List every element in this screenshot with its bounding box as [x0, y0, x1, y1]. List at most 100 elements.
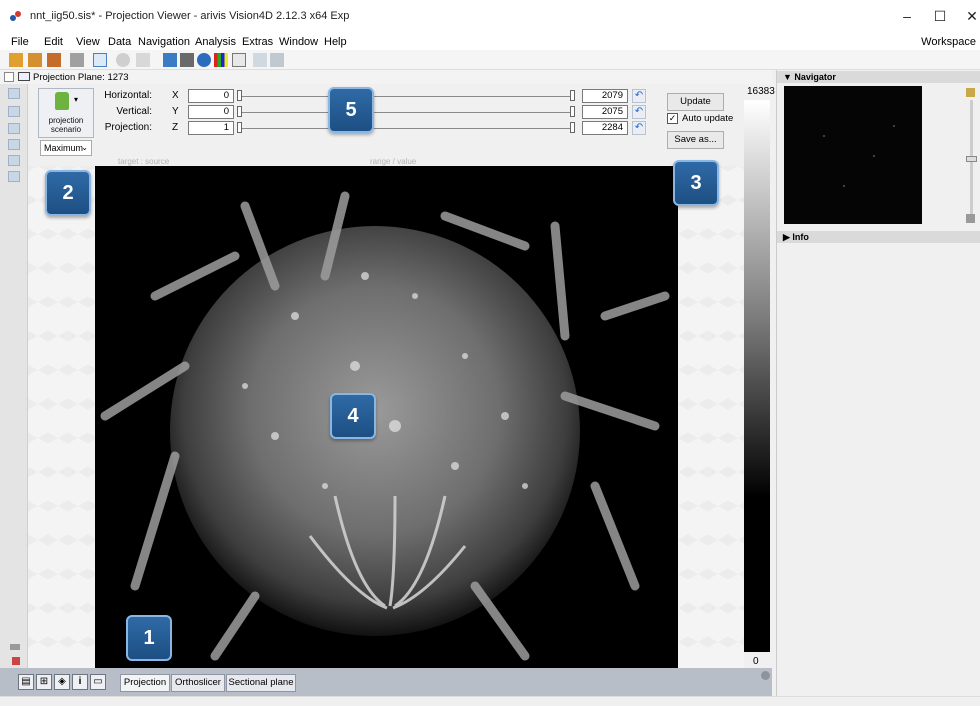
- workspace-label[interactable]: Workspace: [921, 36, 976, 48]
- minimize-button[interactable]: –: [897, 6, 917, 26]
- x-range-track: [240, 96, 574, 97]
- callout-badge-1: 1: [126, 615, 172, 661]
- z-max-handle[interactable]: [570, 122, 575, 133]
- layout-icon[interactable]: [8, 171, 20, 182]
- horizontal-label: Horizontal:: [104, 90, 152, 101]
- measure-icon[interactable]: [136, 53, 150, 67]
- navigator-thumbnail[interactable]: [784, 86, 922, 224]
- z-min-handle[interactable]: [237, 122, 242, 133]
- window-icon[interactable]: [232, 53, 246, 67]
- vertical-label: Vertical:: [116, 106, 152, 117]
- flask-icon[interactable]: [163, 53, 177, 67]
- cube-icon[interactable]: ◈: [54, 674, 70, 690]
- layout-icon[interactable]: [8, 155, 20, 166]
- maximize-button[interactable]: ☐: [930, 6, 950, 26]
- projection-axis-label: Projection:: [104, 122, 152, 133]
- zoom-in-icon[interactable]: [966, 88, 975, 97]
- list-view-icon[interactable]: ▤: [18, 674, 34, 690]
- info-title: Info: [792, 232, 809, 242]
- collapse-arrow-icon: ▼: [783, 72, 795, 82]
- projection-mode-select[interactable]: Maximum ⌄: [40, 140, 92, 156]
- save-as-button[interactable]: Save as...: [667, 131, 724, 149]
- tab-projection[interactable]: Projection: [120, 674, 170, 692]
- layout-icon[interactable]: [8, 139, 20, 150]
- y-max-handle[interactable]: [570, 106, 575, 117]
- navigator-title: Navigator: [794, 72, 836, 82]
- tab-orthoslicer[interactable]: Orthoslicer: [171, 674, 225, 692]
- open-icon[interactable]: [9, 53, 23, 67]
- z-min-input[interactable]: 1: [188, 121, 234, 135]
- menu-help[interactable]: Help: [324, 36, 347, 48]
- pin-icon[interactable]: [12, 657, 20, 665]
- viewer-toggle-icon[interactable]: [4, 72, 14, 82]
- tab-sectional-plane[interactable]: Sectional plane: [226, 674, 296, 692]
- navigator-header[interactable]: ▼ Navigator: [777, 71, 980, 83]
- circle-tool-icon[interactable]: [116, 53, 130, 67]
- target-source-hint: target : source: [118, 157, 170, 166]
- navigator-zoom-handle[interactable]: [966, 156, 977, 162]
- z-reset-icon[interactable]: ↶: [632, 121, 646, 135]
- scale-min-label: 0: [753, 656, 759, 667]
- y-axis-letter: Y: [172, 106, 179, 117]
- intensity-scale-bar: [744, 100, 770, 652]
- projection-image[interactable]: [95, 166, 678, 668]
- y-min-handle[interactable]: [237, 106, 242, 117]
- projection-scenario-label: projection scenario: [48, 116, 84, 134]
- zoom-out-icon[interactable]: [966, 214, 975, 223]
- layout-icon[interactable]: [8, 106, 20, 117]
- info-icon[interactable]: [197, 53, 211, 67]
- projection-rendering: [100, 191, 670, 661]
- scale-max-label: 16383: [747, 86, 775, 97]
- navigator-preview: [823, 125, 895, 187]
- callout-badge-5: 5: [328, 87, 374, 133]
- print-icon[interactable]: [70, 53, 84, 67]
- bottom-view-bar: [0, 668, 772, 696]
- y-reset-icon[interactable]: ↶: [632, 105, 646, 119]
- menu-file[interactable]: File: [11, 36, 29, 48]
- z-max-input[interactable]: 2284: [582, 121, 628, 135]
- layout-icon[interactable]: [8, 123, 20, 134]
- range-value-hint: range / value: [370, 157, 417, 166]
- viewer-plane-label: Projection Plane: 1273: [33, 72, 129, 83]
- close-button[interactable]: ✕: [962, 6, 980, 26]
- menu-window[interactable]: Window: [279, 36, 318, 48]
- x-max-input[interactable]: 2079: [582, 89, 628, 103]
- y-min-input[interactable]: 0: [188, 105, 234, 119]
- info-header[interactable]: ▶ Info: [777, 231, 980, 243]
- update-button[interactable]: Update: [667, 93, 724, 111]
- x-axis-letter: X: [172, 90, 179, 101]
- x-reset-icon[interactable]: ↶: [632, 89, 646, 103]
- menu-edit[interactable]: Edit: [44, 36, 63, 48]
- layout-icon[interactable]: [8, 88, 20, 99]
- window-title: nnt_iig50.sis* - Projection Viewer - ari…: [30, 10, 350, 22]
- import-icon[interactable]: [28, 53, 42, 67]
- pointer-icon[interactable]: [93, 53, 107, 67]
- dropdown-icon[interactable]: [10, 644, 20, 650]
- auto-update-label: Auto update: [682, 113, 734, 124]
- menu-data[interactable]: Data: [108, 36, 131, 48]
- z-axis-letter: Z: [172, 122, 179, 133]
- ruler-icon[interactable]: [253, 53, 267, 67]
- monitor-icon: [18, 72, 30, 81]
- app-logo-icon: [10, 11, 21, 21]
- x-min-handle[interactable]: [237, 90, 242, 101]
- monitor-icon[interactable]: ▭: [90, 674, 106, 690]
- grid-view-icon[interactable]: ⊞: [36, 674, 52, 690]
- x-max-handle[interactable]: [570, 90, 575, 101]
- info-icon[interactable]: i: [72, 674, 88, 690]
- x-min-input[interactable]: 0: [188, 89, 234, 103]
- menu-analysis[interactable]: Analysis: [195, 36, 236, 48]
- people-icon[interactable]: [270, 53, 284, 67]
- menu-extras[interactable]: Extras: [242, 36, 273, 48]
- menu-navigation[interactable]: Navigation: [138, 36, 190, 48]
- y-max-input[interactable]: 2075: [582, 105, 628, 119]
- callout-badge-4: 4: [330, 393, 376, 439]
- resize-grip-icon[interactable]: [761, 671, 770, 680]
- status-bar: [0, 696, 980, 706]
- save-icon[interactable]: [47, 53, 61, 67]
- auto-update-checkbox[interactable]: ✓: [667, 113, 678, 124]
- menu-view[interactable]: View: [76, 36, 100, 48]
- color-channels-icon[interactable]: [214, 53, 228, 67]
- table-icon[interactable]: [180, 53, 194, 67]
- bottle-icon: [55, 92, 69, 110]
